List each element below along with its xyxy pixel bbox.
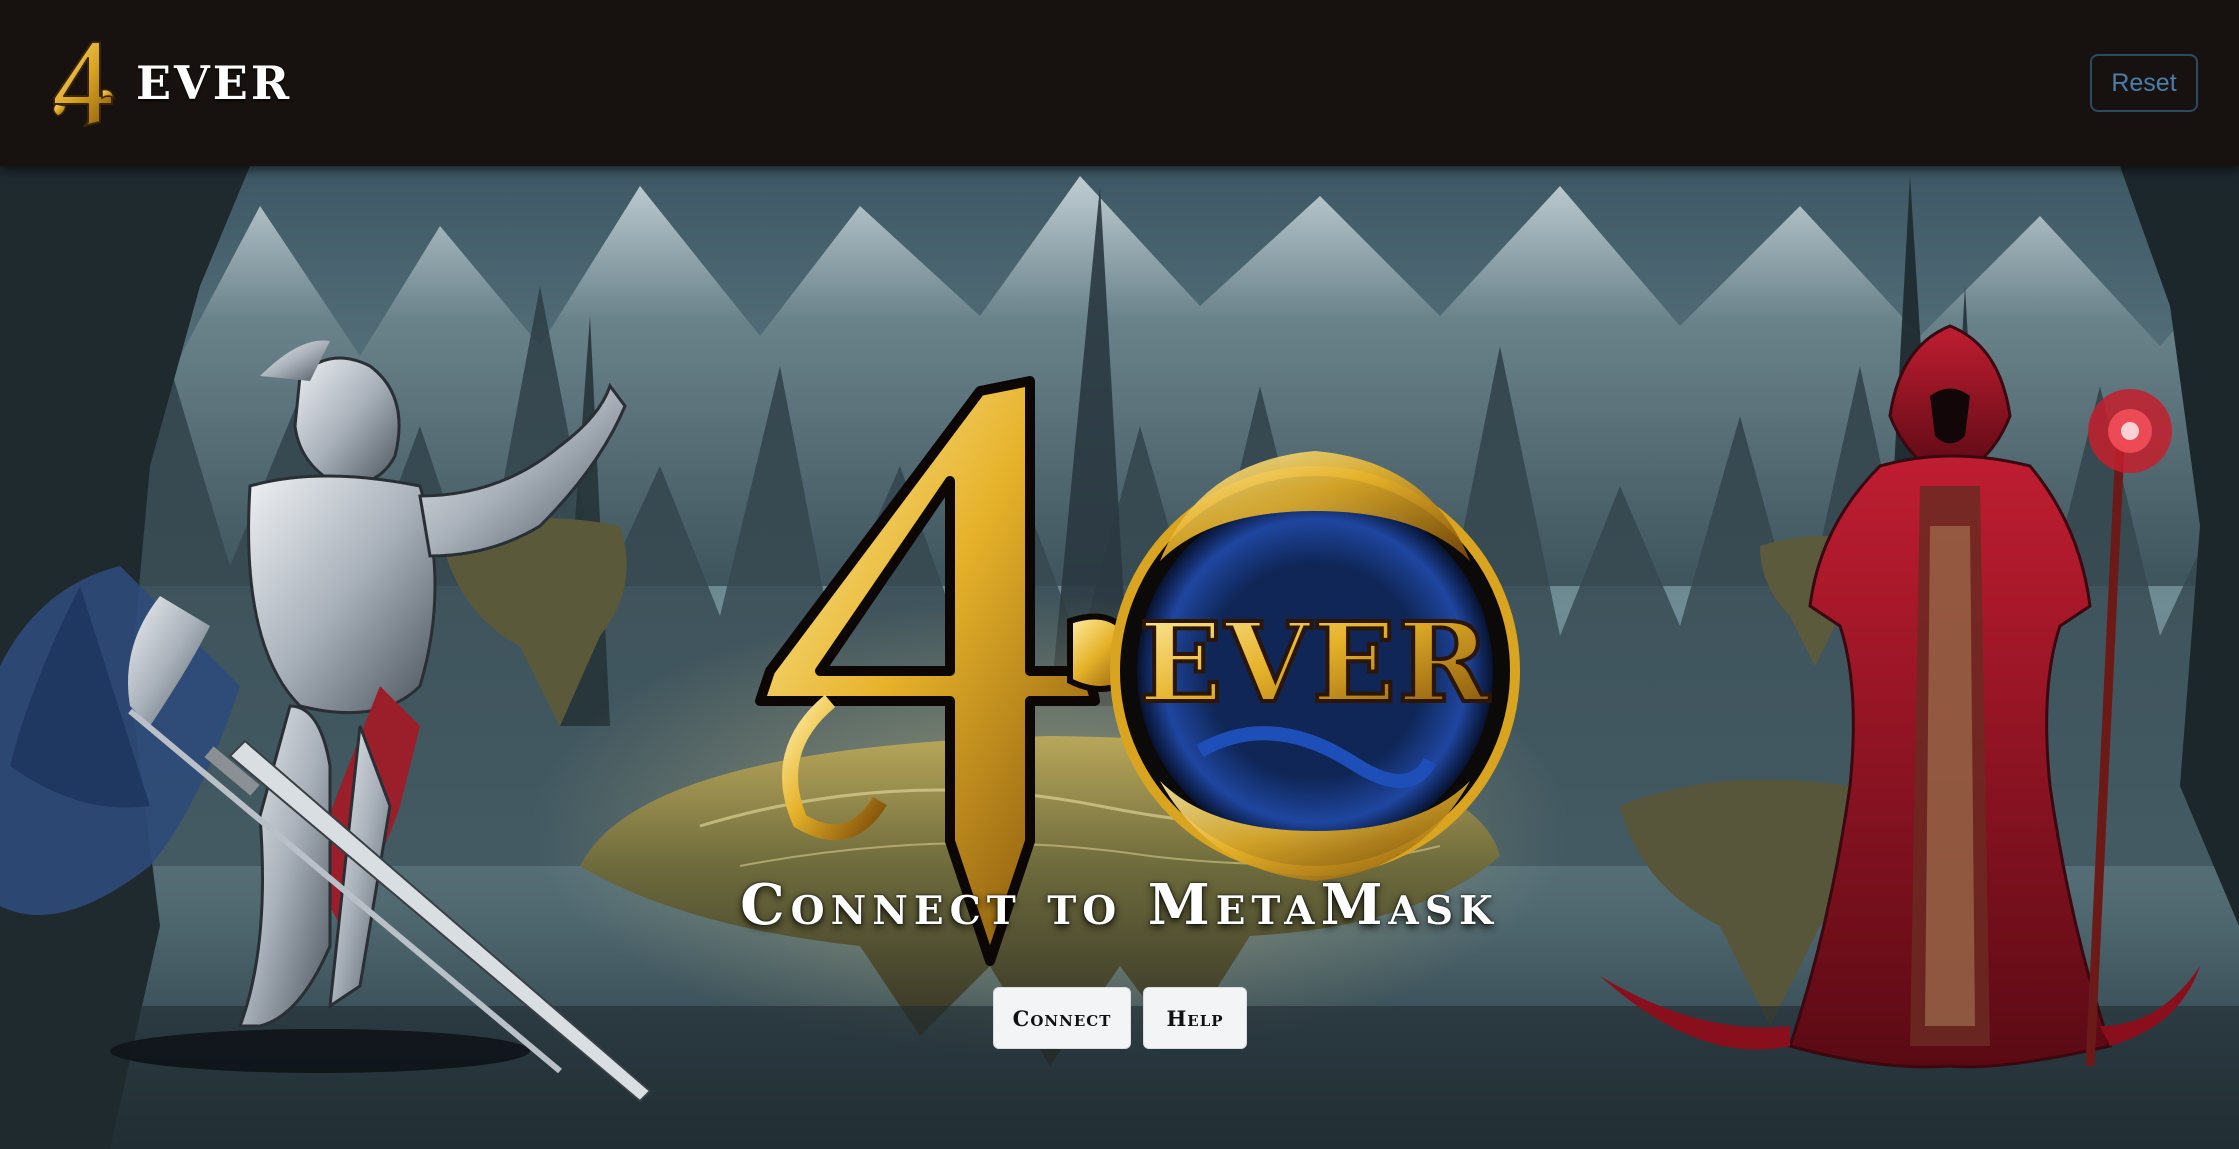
svg-text:EVER: EVER xyxy=(1139,598,1491,727)
brand-link[interactable]: EVER xyxy=(48,38,292,128)
4ever-logo-icon xyxy=(52,41,116,127)
connect-heading: Connect to MetaMask xyxy=(740,872,1499,938)
connect-button[interactable]: Connect xyxy=(993,987,1131,1049)
hero-section: EVER Connect to MetaMask Connect Help xyxy=(0,166,2239,1149)
reset-button[interactable]: Reset xyxy=(2090,54,2198,112)
top-navbar: EVER Reset xyxy=(0,0,2239,166)
hero-actions: Connect Help xyxy=(993,987,1247,1049)
help-button[interactable]: Help xyxy=(1143,987,1247,1049)
brand-text: EVER xyxy=(136,56,293,110)
